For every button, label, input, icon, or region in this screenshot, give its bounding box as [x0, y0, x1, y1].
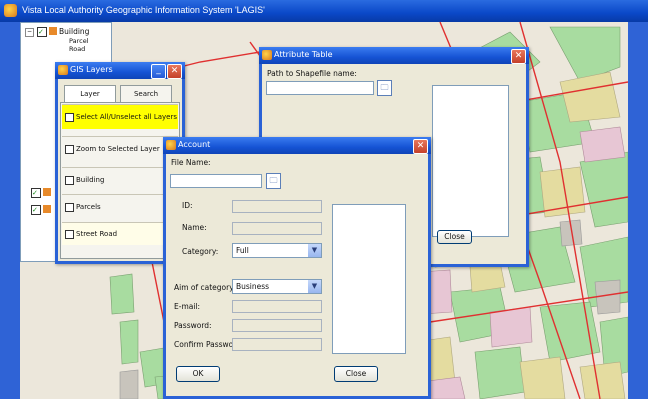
email-label: E-mail:: [174, 302, 201, 311]
name-label: Name:: [182, 223, 207, 232]
window-title: Account: [178, 140, 211, 149]
app-titlebar: Vista Local Authority Geographic Informa…: [0, 0, 648, 22]
account-close-button[interactable]: Close: [334, 366, 378, 382]
chevron-down-icon[interactable]: ▼: [308, 244, 321, 257]
browse-folder-icon[interactable]: 🗀: [266, 173, 281, 189]
attribute-close-button[interactable]: Close: [437, 230, 472, 244]
layer-label: Parcels: [76, 203, 101, 211]
layer-label: Zoom to Selected Layer: [76, 145, 160, 153]
app-frame-left: [0, 22, 20, 399]
minimize-icon[interactable]: _: [151, 64, 166, 79]
close-icon[interactable]: ✕: [511, 49, 526, 64]
window-titlebar[interactable]: Attribute Table ✕: [259, 47, 529, 64]
window-icon: [58, 65, 68, 75]
category-value: Full: [236, 246, 249, 255]
expand-icon[interactable]: −: [25, 28, 34, 37]
account-window: Account ✕ File Name: 🗀 ID: Name: Categor…: [163, 137, 431, 399]
window-titlebar[interactable]: GIS Layers _ ✕: [55, 62, 185, 79]
id-field[interactable]: [232, 200, 322, 213]
password-field[interactable]: [232, 319, 322, 332]
app-icon: [4, 4, 17, 17]
window-icon: [166, 140, 176, 150]
layer-label: Street Road: [76, 230, 118, 238]
layer-icon: [43, 205, 51, 213]
aim-of-category-value: Business: [236, 282, 270, 291]
close-icon[interactable]: ✕: [167, 64, 182, 79]
email-field[interactable]: [232, 300, 322, 313]
layer-item-select-all[interactable]: Select All/Unselect all Layers: [62, 104, 178, 129]
file-name-label: File Name:: [171, 158, 211, 167]
layer-item-street-road[interactable]: Street Road: [62, 222, 178, 245]
confirm-password-field[interactable]: [232, 338, 322, 351]
tree-checkbox[interactable]: ✓: [31, 205, 41, 215]
aim-of-category-select[interactable]: Business ▼: [232, 279, 322, 294]
layer-icon: [43, 188, 51, 196]
window-title: GIS Layers: [70, 65, 113, 74]
window-titlebar[interactable]: Account ✕: [163, 137, 431, 154]
layer-checkbox[interactable]: [65, 176, 74, 185]
window-icon: [262, 50, 272, 60]
layer-label: Building: [76, 176, 105, 184]
attribute-listbox[interactable]: [432, 85, 509, 237]
layer-checkbox[interactable]: [65, 230, 74, 239]
layer-label: Select All/Unselect all Layers: [76, 113, 178, 121]
chevron-down-icon[interactable]: ▼: [308, 280, 321, 293]
shapefile-path-label: Path to Shapefile name:: [267, 69, 357, 78]
category-label: Category:: [182, 247, 219, 256]
close-icon[interactable]: ✕: [413, 139, 428, 154]
tree-child-road[interactable]: Road: [69, 45, 85, 53]
layer-checkbox[interactable]: [65, 203, 74, 212]
window-title: Attribute Table: [274, 50, 333, 59]
layer-item-building[interactable]: Building: [62, 167, 178, 192]
browse-folder-icon[interactable]: 🗀: [377, 80, 392, 96]
shapefile-path-input[interactable]: [266, 81, 374, 95]
ok-button[interactable]: OK: [176, 366, 220, 382]
id-label: ID:: [182, 201, 193, 210]
file-name-input[interactable]: [170, 174, 262, 188]
layer-item-zoom[interactable]: Zoom to Selected Layer: [62, 136, 178, 161]
password-label: Password:: [174, 321, 212, 330]
layer-item-parcels[interactable]: Parcels: [62, 194, 178, 219]
layer-checkbox[interactable]: [65, 145, 74, 154]
category-select[interactable]: Full ▼: [232, 243, 322, 258]
tree-checkbox[interactable]: ✓: [37, 27, 47, 37]
account-listbox[interactable]: [332, 204, 406, 354]
name-field[interactable]: [232, 222, 322, 235]
tree-checkbox[interactable]: ✓: [31, 188, 41, 198]
app-title: Vista Local Authority Geographic Informa…: [22, 5, 265, 15]
tree-root-label: Building: [59, 27, 90, 36]
layer-icon: [49, 27, 57, 35]
layer-checkbox[interactable]: [65, 113, 74, 122]
app-frame-right: [628, 22, 648, 399]
tree-child-parcel[interactable]: Parcel: [69, 37, 89, 45]
aim-of-category-label: Aim of category:: [174, 283, 236, 292]
